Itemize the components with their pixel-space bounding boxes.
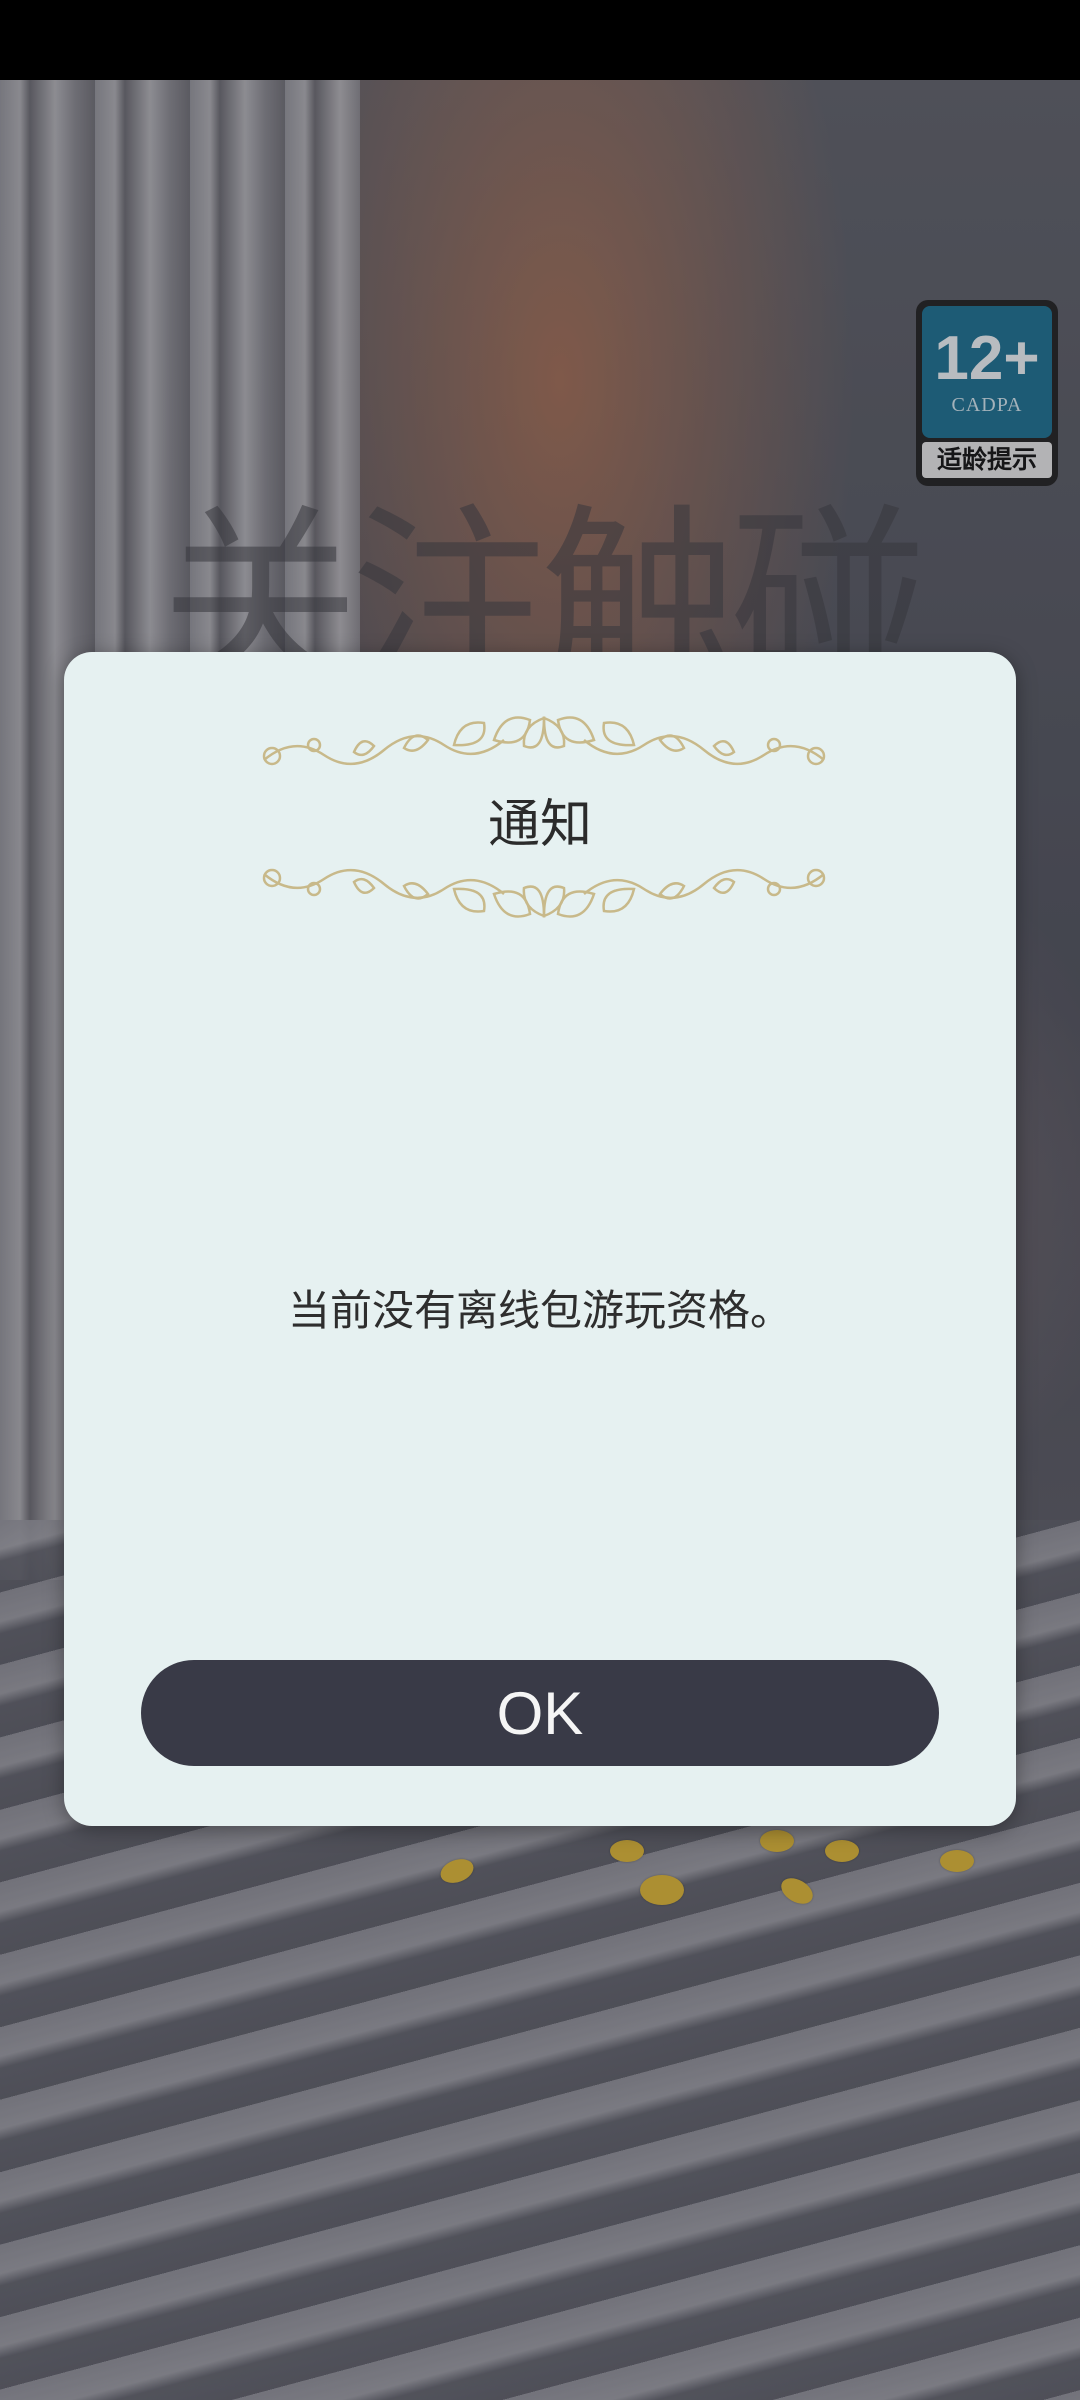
vine-ornament-top-icon: [262, 716, 826, 766]
dialog-message: 当前没有离线包游玩资格。: [287, 1286, 792, 1335]
status-bar: [0, 0, 1080, 80]
ok-button[interactable]: OK: [141, 1660, 939, 1766]
dialog-title: 通知: [487, 795, 592, 855]
vine-ornament-bottom-icon: [262, 868, 826, 918]
notice-dialog: 通知 当前没有离线包游玩资格。 OK: [64, 652, 1016, 1826]
